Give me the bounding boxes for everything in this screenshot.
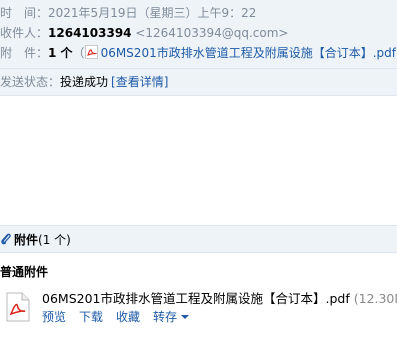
paperclip-icon xyxy=(0,233,14,247)
attachments-title: 附件 xyxy=(14,233,39,247)
pdf-icon xyxy=(84,45,101,60)
attachments-count: (1 个) xyxy=(38,233,71,247)
preview-link[interactable]: 预览 xyxy=(42,310,66,324)
attachment-name-row: 06MS201市政排水管道工程及附属设施【合订本】.pdf (12.30M) xyxy=(42,290,397,308)
save-to-label: 转存 xyxy=(153,310,178,324)
download-link[interactable]: 下载 xyxy=(79,310,103,324)
attachment-label: 附 件： xyxy=(0,46,49,60)
status-label: 发送状态： xyxy=(0,75,61,89)
recipient-label: 收件人： xyxy=(0,26,49,40)
recipient-email: <1264103394@qq.com> xyxy=(135,26,289,40)
attachment-count: 1 个 xyxy=(48,46,73,60)
save-to-link[interactable]: 转存 xyxy=(153,310,190,324)
time-row: 时 间：2021年5月19日（星期三）上午9：22 xyxy=(0,4,256,22)
normal-attachments-label: 普通附件 xyxy=(0,265,49,279)
time-label: 时 间： xyxy=(0,6,49,20)
delivery-status-bar: 发送状态：投递成功 [查看详情] xyxy=(0,68,397,96)
favorite-link[interactable]: 收藏 xyxy=(116,310,140,324)
time-value: 2021年5月19日（星期三）上午9：22 xyxy=(48,6,257,20)
attachments-bar: 附件(1 个) xyxy=(0,225,397,253)
attachment-item: 06MS201市政排水管道工程及附属设施【合订本】.pdf (12.30M) 预… xyxy=(0,286,397,330)
recipient-name[interactable]: 1264103394 xyxy=(48,26,132,40)
mail-header: 时 间：2021年5月19日（星期三）上午9：22 收件人：1264103394… xyxy=(0,0,397,68)
attachment-size: (12.30M) xyxy=(353,291,397,306)
attachments-title-row: 附件(1 个) xyxy=(0,231,71,249)
attachment-actions: 预览 下载 收藏 转存 xyxy=(42,308,190,326)
chevron-down-icon xyxy=(181,315,190,319)
status-row: 发送状态：投递成功 [查看详情] xyxy=(0,73,168,91)
status-value: 投递成功 xyxy=(60,75,109,89)
view-details-link[interactable]: [查看详情] xyxy=(111,75,168,89)
attachment-row: 附 件：1 个（ 06MS201市政排水管道工程及附属设施【合订本】.pdf xyxy=(0,44,396,62)
recipient-row: 收件人：1264103394 <1264103394@qq.com> xyxy=(0,24,288,42)
attachment-file-link[interactable]: 06MS201市政排水管道工程及附属设施【合订本】.pdf xyxy=(101,46,396,60)
attachment-paren: （ xyxy=(72,46,85,60)
attachment-filename[interactable]: 06MS201市政排水管道工程及附属设施【合订本】.pdf xyxy=(42,291,350,306)
